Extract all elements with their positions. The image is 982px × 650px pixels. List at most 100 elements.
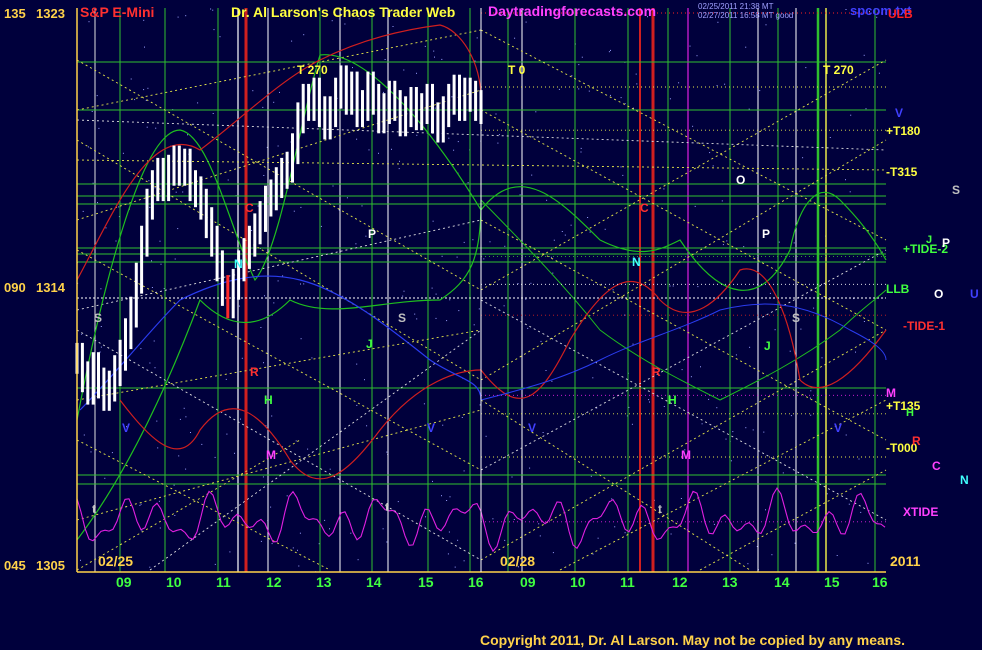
star <box>789 350 791 352</box>
star <box>140 503 142 505</box>
star <box>416 72 417 74</box>
star <box>463 560 465 562</box>
star <box>159 240 161 242</box>
star <box>331 20 333 22</box>
star <box>692 125 694 127</box>
hour-tick-s1-16: 16 <box>468 574 484 590</box>
star <box>356 363 358 365</box>
star <box>141 530 143 532</box>
star <box>836 555 838 556</box>
chaos-chart: 135 1323 S&P E-Mini Dr. Al Larson's Chao… <box>0 0 982 650</box>
star <box>402 295 404 297</box>
star <box>97 202 98 204</box>
star <box>264 295 265 297</box>
star <box>442 424 444 426</box>
star <box>96 95 98 97</box>
star <box>663 188 665 190</box>
star <box>403 290 405 292</box>
star <box>793 242 795 244</box>
star <box>620 97 622 99</box>
star <box>151 260 152 262</box>
star <box>743 246 745 248</box>
star <box>234 452 235 454</box>
star <box>580 151 582 153</box>
star <box>454 566 456 568</box>
star <box>270 506 272 508</box>
star <box>364 379 365 381</box>
star <box>485 435 487 437</box>
star <box>790 415 792 417</box>
star <box>449 299 451 301</box>
star <box>144 46 145 48</box>
level-label-t315: -T315 <box>886 165 918 179</box>
star <box>620 166 622 168</box>
instrument-title: S&P E-Mini <box>80 4 154 20</box>
star <box>441 58 443 60</box>
hour-tick-s2-11: 11 <box>620 574 635 590</box>
star <box>689 45 691 47</box>
star <box>821 357 823 359</box>
star <box>712 165 714 167</box>
star <box>860 511 862 513</box>
star <box>610 49 611 51</box>
s1-marker-c: C <box>245 201 254 215</box>
star <box>179 418 181 420</box>
star <box>669 285 671 287</box>
level-label-t180: +T180 <box>886 124 921 138</box>
star <box>540 340 542 342</box>
star <box>148 180 150 182</box>
star <box>592 553 594 555</box>
star <box>423 403 425 405</box>
star <box>391 148 392 150</box>
star <box>513 519 515 520</box>
star <box>612 289 614 291</box>
star <box>185 15 187 17</box>
star <box>212 113 214 114</box>
star <box>156 420 158 422</box>
star <box>177 228 179 230</box>
hour-tick-s1-10: 10 <box>166 574 182 590</box>
star <box>476 37 478 39</box>
star <box>282 275 284 277</box>
star <box>672 285 674 287</box>
star <box>158 500 160 502</box>
star <box>183 407 185 409</box>
star <box>178 455 180 457</box>
hour-tick-s2-10: 10 <box>570 574 586 590</box>
s1-marker-p: P <box>368 227 376 241</box>
planet-label-p: P <box>942 236 950 250</box>
star <box>716 85 718 87</box>
star <box>542 432 544 433</box>
star <box>241 357 243 359</box>
planet-label-v: V <box>895 106 903 120</box>
star <box>303 283 305 285</box>
star <box>277 280 279 282</box>
star <box>139 504 141 506</box>
star <box>473 324 475 326</box>
star <box>307 448 309 450</box>
star <box>778 241 780 243</box>
star <box>398 168 400 170</box>
star <box>552 272 554 274</box>
star <box>535 111 537 113</box>
star <box>696 55 698 57</box>
star <box>587 217 589 218</box>
star <box>286 495 288 497</box>
star <box>416 318 418 320</box>
star <box>669 98 671 100</box>
star <box>435 317 437 319</box>
star <box>173 484 175 486</box>
star <box>809 397 811 399</box>
star <box>210 8 212 10</box>
star <box>519 194 521 196</box>
star <box>130 78 132 80</box>
star <box>580 147 582 149</box>
star <box>709 152 711 154</box>
star <box>295 440 297 442</box>
star <box>149 206 151 208</box>
star <box>588 90 590 92</box>
star <box>483 258 485 260</box>
star <box>632 343 634 345</box>
star <box>226 433 228 435</box>
hour-tick-s1-09: 09 <box>116 574 132 590</box>
